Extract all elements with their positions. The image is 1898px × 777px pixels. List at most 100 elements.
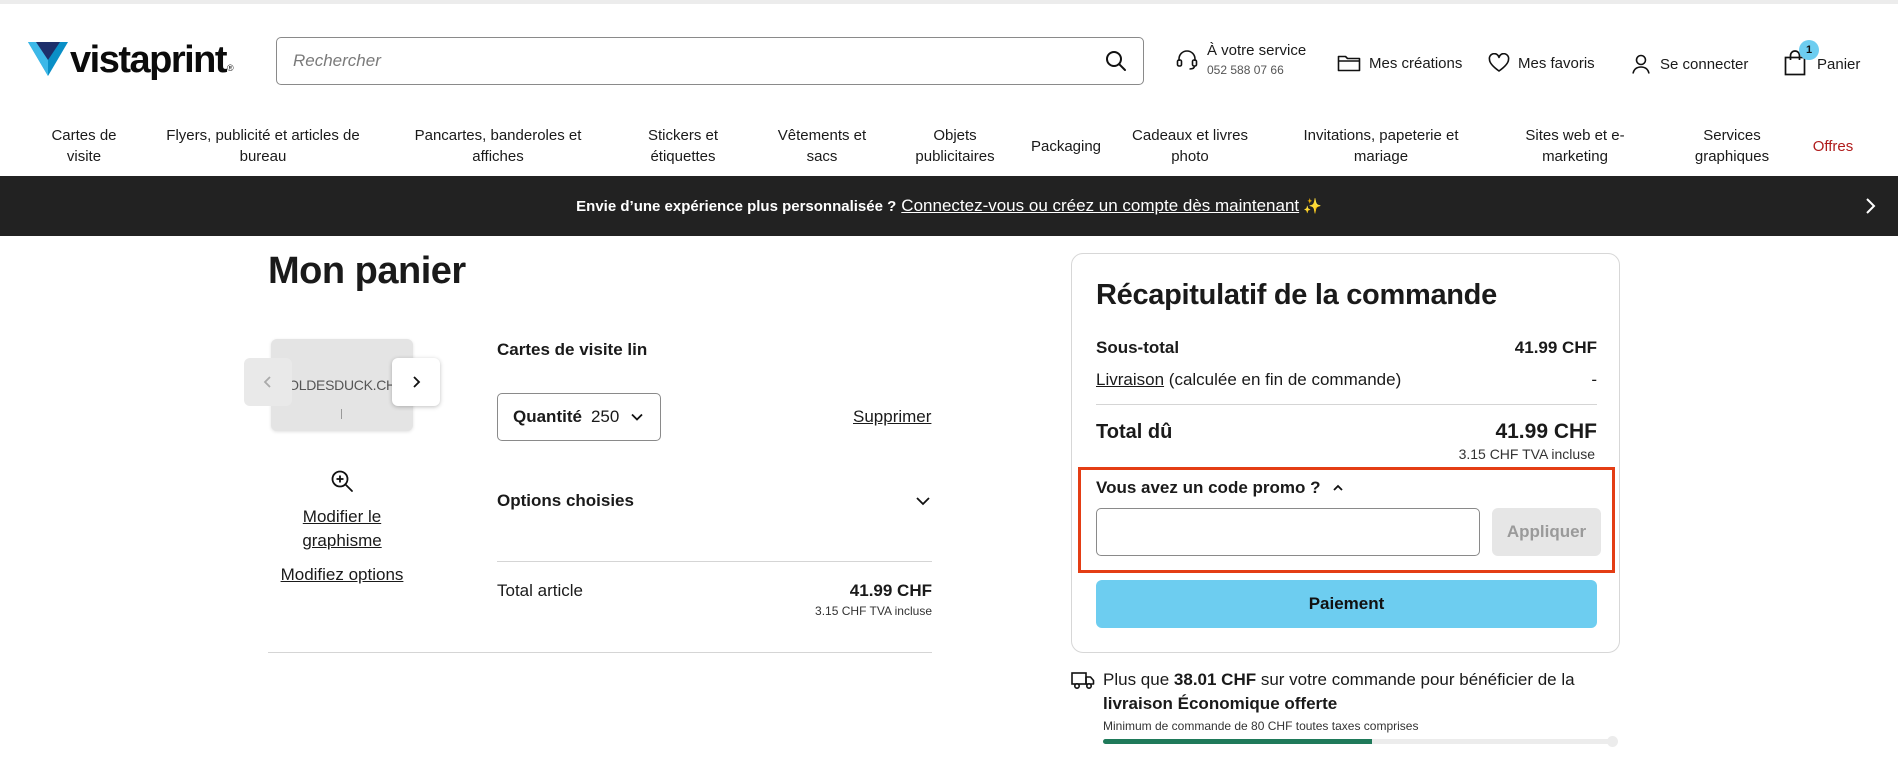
nav-label: Offres [1812,137,1854,155]
subtotal-value: 41.99 CHF [1514,338,1597,357]
shipping-text-middle: sur votre commande pour bénéficier de la [1260,670,1575,689]
thumbnail-mark [341,409,342,419]
heart-icon [1488,53,1510,72]
nav-item-websites[interactable]: Sites web et e- marketing [1508,116,1642,176]
nav-label: Cadeaux et livres photo [1132,127,1248,165]
shipping-text-before: Plus que [1103,670,1170,689]
folder-icon [1337,55,1361,72]
divider [1096,404,1597,405]
vistaprint-triangle-icon [28,42,68,76]
search-bar [276,37,1144,85]
thumbnail-text: OLDESDUCK.CH [288,377,396,393]
edit-options-link[interactable]: Modifiez options [272,565,412,585]
headset-icon [1176,50,1198,70]
service-label: À votre service [1207,42,1307,59]
apply-promo-button[interactable]: Appliquer [1492,508,1601,556]
quantity-value: 250 [590,407,620,426]
nav-item-offers[interactable]: Offres [1806,116,1860,176]
customer-service[interactable]: À votre service 052 588 07 66 [1175,42,1306,78]
chevron-up-icon [1332,484,1343,491]
vistaprint-logo[interactable]: vistaprint ® [28,40,234,80]
thumbnail-prev-button[interactable] [244,358,292,406]
shipping-link[interactable]: Livraison [1096,370,1164,389]
logo-registered-mark: ® [227,63,234,73]
promo-code-label: Vous avez un code promo ? [1096,478,1321,497]
site-header: vistaprint ® À votre service 052 588 07 … [0,4,1898,116]
nav-item-packaging[interactable]: Packaging [1024,116,1108,176]
logo-text: vistaprint [70,39,228,81]
nav-item-design-services[interactable]: Services graphiques [1676,116,1788,176]
nav-label: Sites web et e- marketing [1525,127,1625,165]
chevron-right-icon[interactable] [1860,196,1880,216]
quantity-label: Quantité [513,407,582,426]
cart-icon-wrap: 1 [1783,40,1819,78]
shipping-row: Livraison (calculée en fin de commande) … [1096,370,1597,390]
shipping-amount: 38.01 CHF [1173,670,1257,689]
item-total-label: Total article [497,581,583,600]
shipping-progress-bar [1103,739,1615,744]
order-summary-panel: Récapitulatif de la commande Sous-total … [1071,253,1620,653]
search-input[interactable] [293,51,1105,71]
cart-count-badge: 1 [1799,40,1819,60]
quantity-select[interactable]: Quantité 250 [497,393,661,441]
divider [268,652,932,653]
creations-label: Mes créations [1369,54,1463,72]
nav-label: Services graphiques [1694,127,1770,165]
nav-label: Vêtements et sacs [777,127,867,165]
chevron-right-icon [413,376,421,388]
delete-item-link[interactable]: Supprimer [853,407,931,427]
promo-code-section: Vous avez un code promo ? Appliquer [1078,467,1615,573]
divider [497,561,932,562]
shipping-value: - [1591,370,1597,389]
shipping-progress-fill [1103,739,1372,744]
shipping-minimum: Minimum de commande de 80 CHF toutes tax… [1103,719,1419,733]
nav-item-clothing[interactable]: Vêtements et sacs [770,116,874,176]
favorites-label: Mes favoris [1518,54,1595,72]
banner-signup-link[interactable]: Connectez-vous ou créez un compte dès ma… [901,196,1299,216]
cart-link[interactable]: 1 Panier [1783,40,1861,78]
sparkle-icon: ✨ [1303,198,1322,215]
nav-item-invitations[interactable]: Invitations, papeterie et mariage [1290,116,1472,176]
truck-icon [1071,670,1095,690]
chevron-down-icon [631,413,643,421]
chosen-options-toggle[interactable]: Options choisies [497,488,932,514]
progress-end-marker [1607,736,1618,747]
nav-item-stickers[interactable]: Stickers et étiquettes [630,116,736,176]
user-icon [1632,54,1650,74]
item-total-vat: 3.15 CHF TVA incluse [815,604,932,618]
total-due-vat: 3.15 CHF TVA incluse [1458,446,1595,462]
edit-design-link[interactable]: Modifier le graphisme [272,505,412,553]
checkout-button[interactable]: Paiement [1096,580,1597,628]
zoom-in-icon[interactable] [330,469,354,493]
search-icon[interactable] [1105,50,1127,72]
nav-label: Cartes de visite [51,127,117,165]
my-favorites-link[interactable]: Mes favoris [1488,53,1595,73]
nav-item-flyers[interactable]: Flyers, publicité et articles de bureau [160,116,366,176]
chevron-down-icon [916,497,930,506]
thumbnail-next-button[interactable] [392,358,440,406]
login-label: Se connecter [1660,55,1749,73]
login-link[interactable]: Se connecter [1630,53,1748,75]
cart-label: Panier [1817,55,1861,73]
options-label: Options choisies [497,491,634,510]
promo-code-toggle[interactable]: Vous avez un code promo ? [1096,478,1345,498]
my-creations-link[interactable]: Mes créations [1337,53,1462,73]
nav-item-gifts[interactable]: Cadeaux et livres photo [1124,116,1256,176]
summary-title: Récapitulatif de la commande [1096,279,1497,311]
account-banner: Envie d’une expérience plus personnalisé… [0,176,1898,236]
category-nav: Cartes de visite Flyers, publicité et ar… [0,116,1898,176]
service-phone: 052 588 07 66 [1207,62,1284,77]
nav-label: Objets publicitaires [915,127,995,165]
promo-code-input[interactable] [1096,508,1480,556]
shipping-promo-text: Plus que 38.01 CHF sur votre commande po… [1103,668,1603,716]
total-due-label: Total dû [1096,421,1173,443]
item-total-price: 41.99 CHF [849,581,932,600]
subtotal-row: Sous-total 41.99 CHF [1096,338,1597,358]
nav-item-signs[interactable]: Pancartes, banderoles et affiches [406,116,590,176]
nav-item-promo-objects[interactable]: Objets publicitaires [906,116,1004,176]
page-title: Mon panier [268,250,466,292]
nav-label: Flyers, publicité et articles de bureau [166,127,360,165]
shipping-note: (calculée en fin de commande) [1168,370,1402,389]
nav-item-business-cards[interactable]: Cartes de visite [36,116,132,176]
total-due-row: Total dû 41.99 CHF [1096,420,1597,444]
